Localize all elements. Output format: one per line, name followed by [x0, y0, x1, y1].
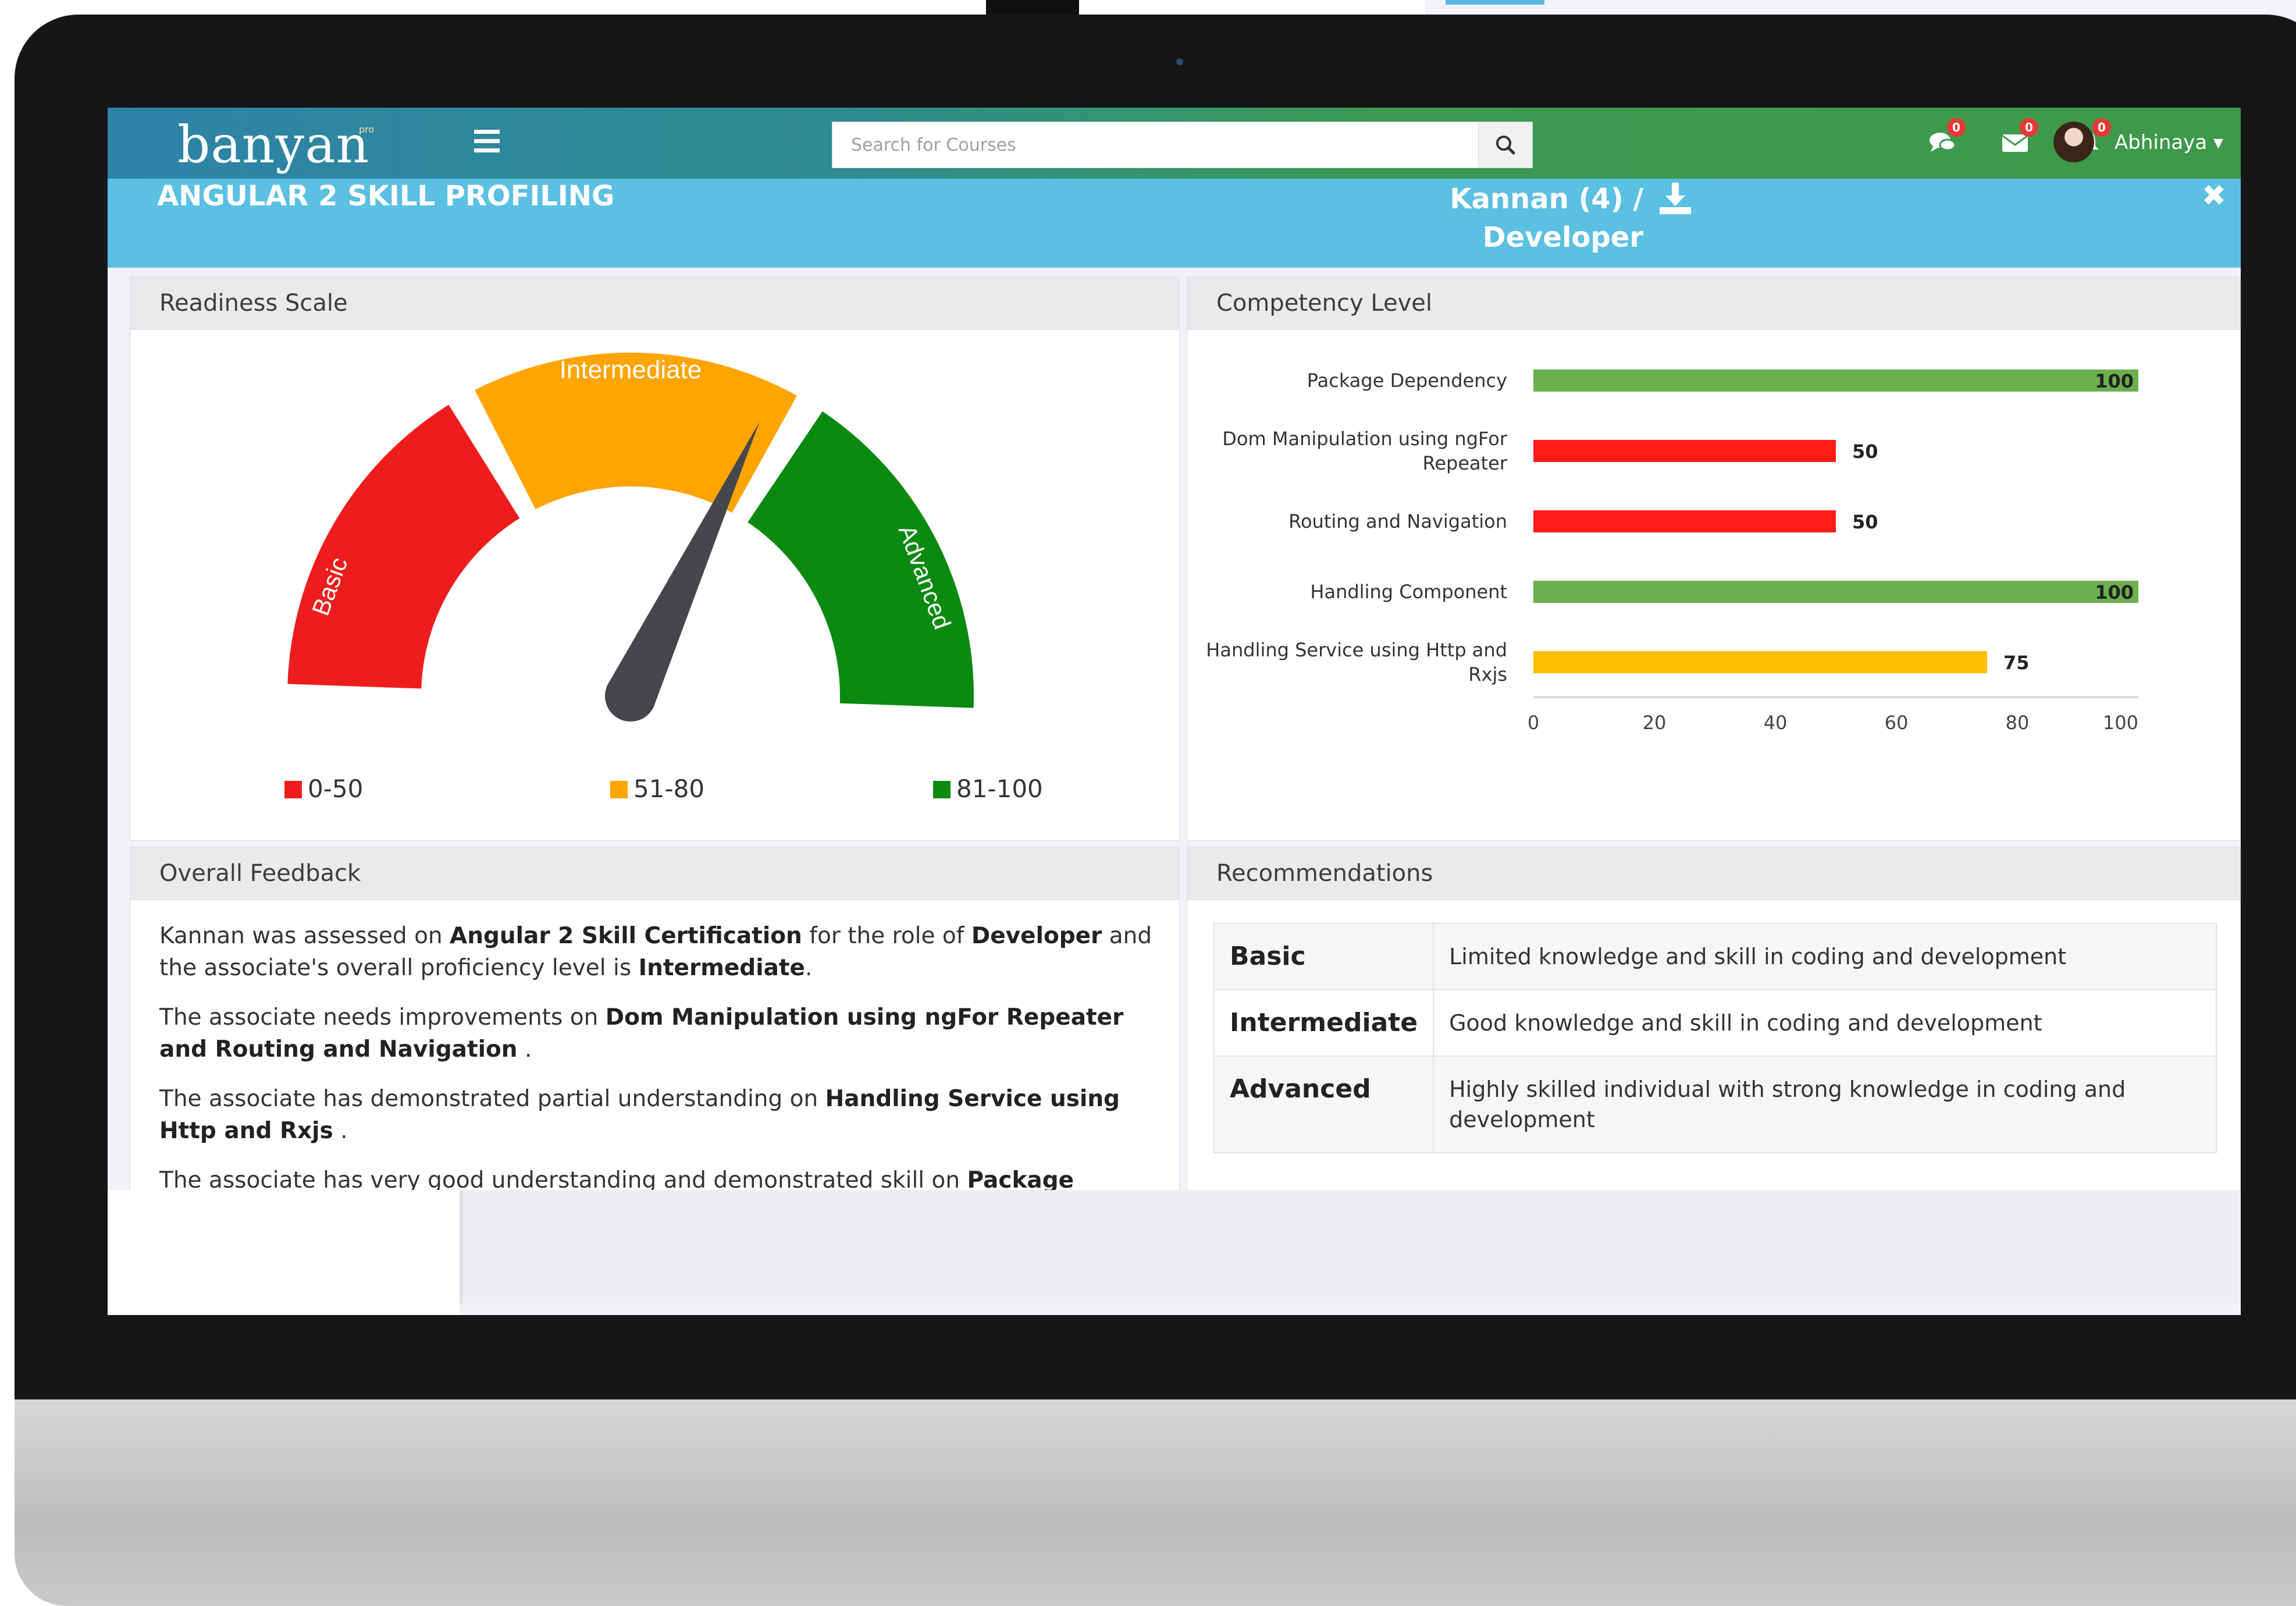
legend-range-advanced: 81-100: [956, 774, 1043, 803]
legend-basic: 0-50: [284, 774, 363, 803]
level-cell: Basic: [1213, 923, 1434, 990]
assessee-name: Kannan (4) /: [1450, 183, 1643, 215]
legend-range-intermediate: 51-80: [633, 774, 705, 803]
bar: [1533, 440, 1836, 462]
gauge-label-intermediate: Intermediate: [560, 356, 702, 384]
feedback-paragraph: The associate has demonstrated partial u…: [159, 1086, 1120, 1144]
screen-blank-area: [108, 1190, 460, 1315]
feedback-paragraph: The associate needs improvements on Dom …: [159, 1004, 1124, 1063]
x-tick-label: 20: [1643, 712, 1667, 734]
competency-level-panel: Competency Level Package Dependency 100 Do…: [1187, 276, 2241, 841]
mail-button[interactable]: 0: [2001, 118, 2038, 154]
description-cell: Good knowledge and skill in coding and d…: [1433, 989, 2217, 1057]
readiness-scale-panel: Readiness Scale Basic Intermediate Advan…: [130, 276, 1180, 841]
mail-count-badge: 0: [2020, 118, 2038, 137]
description-cell: Limited knowledge and skill in coding an…: [1433, 923, 2217, 990]
recommendations-panel: Recommendations Basic Limited knowledge …: [1187, 847, 2241, 1207]
page-title: ANGULAR 2 SKILL PROFILING: [157, 180, 615, 212]
banyan-logo[interactable]: banyan: [177, 115, 369, 175]
x-tick-label: 0: [1528, 712, 1539, 734]
monitor-chin: [15, 1399, 2296, 1606]
x-tick-label: 40: [1764, 712, 1788, 734]
bar-value-label: 100: [2095, 581, 2134, 603]
screen-footer-area: [460, 1190, 2241, 1303]
bar-category-label: Routing and Navigation: [1288, 510, 1507, 532]
gauge-band-basic: [287, 404, 520, 689]
panel-title: Recommendations: [1187, 847, 2240, 900]
chat-button[interactable]: 0: [1928, 118, 1966, 154]
bar-value-label: 100: [2095, 370, 2134, 392]
bar-category-label: Handling Component: [1310, 581, 1507, 603]
table-row: Advanced Highly skilled individual with …: [1213, 1056, 2217, 1153]
legend-intermediate: 51-80: [610, 774, 704, 803]
screen: banyan pro 0 0: [108, 108, 2241, 1315]
bar: [1533, 581, 2138, 603]
camera-icon: [1176, 58, 1183, 65]
table-row: Basic Limited knowledge and skill in cod…: [1213, 923, 2217, 990]
x-tick-label: 100: [2103, 712, 2138, 734]
user-menu[interactable]: Abhinaya ▾: [2115, 131, 2223, 154]
logo-suffix: pro: [359, 124, 375, 135]
overall-feedback-panel: Overall Feedback Kannan was assessed on …: [130, 847, 1180, 1207]
readiness-gauge: Basic Intermediate Advanced: [287, 352, 974, 722]
table-row: Intermediate Good knowledge and skill in…: [1213, 989, 2217, 1057]
level-cell: Advanced: [1213, 1056, 1434, 1153]
top-navbar: banyan pro 0 0: [108, 108, 2241, 179]
assessee-role: Developer: [1482, 221, 1643, 254]
bar: [1533, 651, 1987, 673]
search-input[interactable]: [832, 122, 1504, 168]
bar-value-label: 50: [1852, 511, 1878, 533]
page-titlebar: ANGULAR 2 SKILL PROFILING Kannan (4) / D…: [108, 179, 2241, 268]
competency-bar-chart: Package Dependency 100 Dom Manipulation us…: [1206, 369, 2138, 734]
legend-swatch-intermediate: [610, 781, 628, 798]
bar: [1533, 369, 2138, 392]
level-cell: Intermediate: [1213, 989, 1434, 1057]
download-icon: [1660, 183, 1691, 214]
legend-swatch-advanced: [933, 781, 951, 798]
bar-category-label: Package Dependency: [1307, 369, 1507, 392]
x-tick-label: 80: [2006, 712, 2030, 734]
download-button[interactable]: [1655, 182, 1696, 216]
search-box: [832, 122, 1533, 168]
feedback-paragraph: Kannan was assessed on Angular 2 Skill C…: [159, 923, 1152, 981]
hamburger-menu-icon[interactable]: [474, 130, 500, 155]
search-button[interactable]: [1478, 122, 1532, 168]
chat-count-badge: 0: [1947, 118, 1966, 137]
legend-range-basic: 0-50: [308, 774, 364, 803]
panel-title: Overall Feedback: [130, 847, 1179, 900]
gauge-band-advanced: [747, 411, 974, 708]
search-icon: [1496, 136, 1515, 155]
close-icon[interactable]: ✖: [2202, 179, 2226, 212]
bar-value-label: 50: [1852, 440, 1878, 463]
assessee-info: Kannan (4) / Developer: [1335, 180, 1643, 257]
description-cell: Highly skilled individual with strong kn…: [1433, 1056, 2217, 1153]
bar: [1533, 510, 1836, 532]
background-tab: [1446, 0, 1544, 5]
bar-category-label: Handling Service using Http and Rxjs: [1206, 639, 1507, 685]
legend-advanced: 81-100: [933, 774, 1043, 803]
recommendations-table: Basic Limited knowledge and skill in cod…: [1213, 923, 2217, 1153]
bar-value-label: 75: [2003, 652, 2030, 674]
panel-title: Readiness Scale: [130, 277, 1179, 330]
panel-title: Competency Level: [1187, 277, 2240, 330]
x-tick-label: 60: [1885, 712, 1909, 734]
bar-category-label: Dom Manipulation using ngFor Repeater: [1222, 428, 1508, 474]
alert-count-badge: 0: [2092, 118, 2111, 137]
user-avatar[interactable]: [2053, 122, 2094, 162]
legend-swatch-basic: [284, 781, 302, 798]
feedback-text: Kannan was assessed on Angular 2 Skill C…: [159, 920, 1160, 1207]
